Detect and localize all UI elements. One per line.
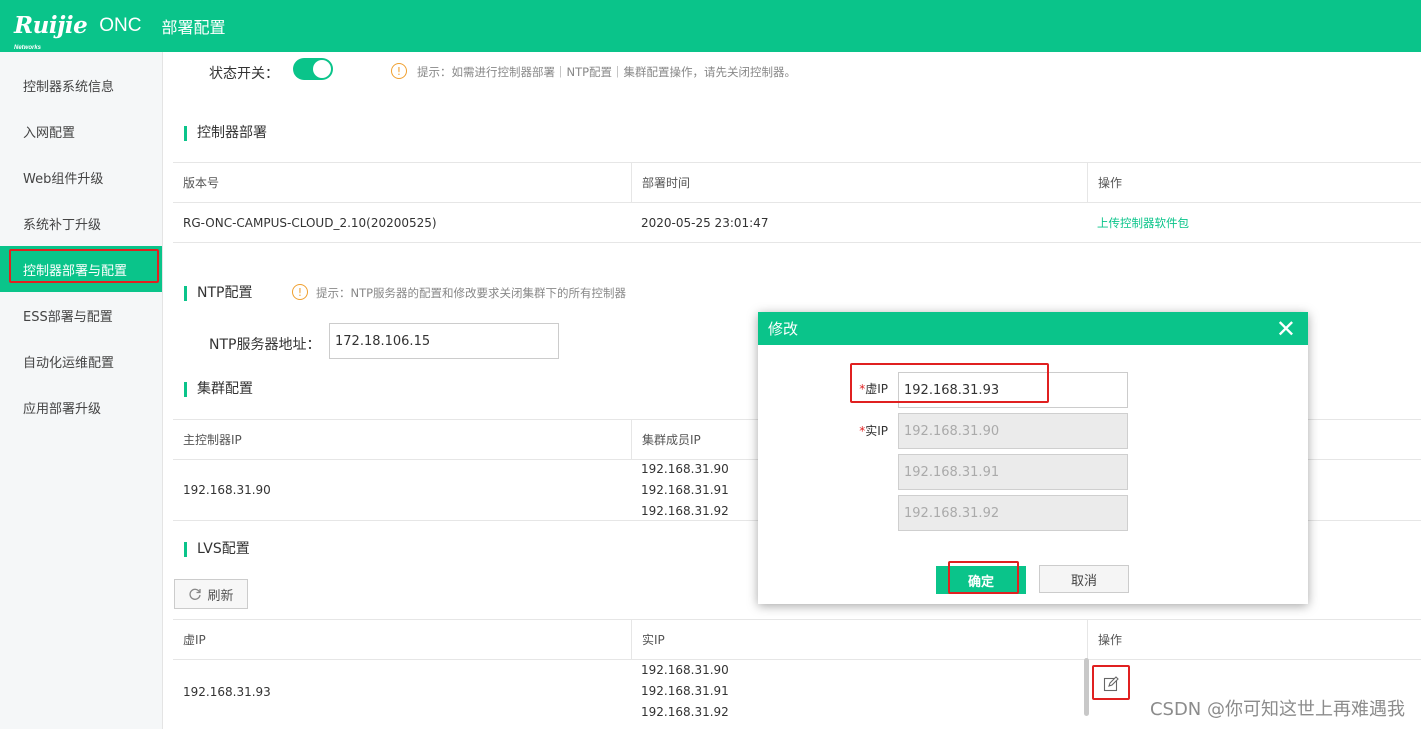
version-cell: RG-ONC-CAMPUS-CLOUD_2.10(20200525) xyxy=(183,215,437,230)
status-toggle[interactable] xyxy=(293,58,333,80)
logo-text: Ruijie xyxy=(14,12,88,39)
watermark: CSDN @你可知这世上再难遇我 xyxy=(1149,699,1405,720)
section-title-lvs: LVS配置 xyxy=(184,542,250,557)
refresh-label: 刷新 xyxy=(207,588,234,604)
sidebar-item-label: ESS部署与配置 xyxy=(23,309,113,325)
member-ip: 192.168.31.90 xyxy=(641,461,729,476)
sidebar-item-web-upgrade[interactable]: Web组件升级 xyxy=(0,154,162,200)
sidebar: 控制器系统信息 入网配置 Web组件升级 系统补丁升级 控制器部署与配置 ESS… xyxy=(0,52,163,729)
column-header-action: 操作 xyxy=(1087,620,1122,659)
member-ip: 192.168.31.92 xyxy=(641,503,729,518)
sidebar-item-controller-deploy[interactable]: 控制器部署与配置 xyxy=(0,246,162,292)
dialog-header: 修改 ✕ xyxy=(758,312,1308,345)
cancel-button[interactable]: 取消 xyxy=(1039,565,1129,593)
sidebar-item-label: 控制器系统信息 xyxy=(23,79,115,95)
ntp-hint: 提示：NTP服务器的配置和修改要求关闭集群下的所有控制器 xyxy=(316,286,627,300)
member-ip: 192.168.31.91 xyxy=(641,482,729,497)
upload-package-link[interactable]: 上传控制器软件包 xyxy=(1097,215,1189,231)
refresh-button[interactable]: 刷新 xyxy=(174,579,248,609)
real-ip: 192.168.31.90 xyxy=(641,663,729,677)
section-title-cluster: 集群配置 xyxy=(184,382,253,397)
real-ip-input-1: 192.168.31.90 xyxy=(898,413,1128,449)
edit-dialog: 修改 ✕ *虚IP 192.168.31.93 *实IP 192.168.31.… xyxy=(758,312,1308,604)
member-ip-cell: 192.168.31.90 192.168.31.91 192.168.31.9… xyxy=(631,460,729,520)
column-header-member-ip: 集群成员IP xyxy=(631,420,701,459)
highlight-box xyxy=(850,363,1049,403)
warning-icon: ! xyxy=(391,63,407,79)
column-header-deploy-time: 部署时间 xyxy=(631,163,690,202)
sidebar-item-patch-upgrade[interactable]: 系统补丁升级 xyxy=(0,200,162,246)
product-name: ONC xyxy=(99,15,142,36)
section-title-ntp: NTP配置 xyxy=(184,286,252,301)
sidebar-item-label: 应用部署升级 xyxy=(23,401,102,417)
status-hint: 提示：如需进行控制器部署｜NTP配置｜集群配置操作，请先关闭控制器。 xyxy=(417,65,797,79)
table-row: RG-ONC-CAMPUS-CLOUD_2.10(20200525) 2020-… xyxy=(173,203,1421,243)
sidebar-item-network-config[interactable]: 入网配置 xyxy=(0,108,162,154)
sidebar-item-label: 自动化运维配置 xyxy=(23,355,115,371)
vip-cell: 192.168.31.93 xyxy=(183,684,271,699)
real-ip-label: *实IP xyxy=(859,424,888,438)
real-ip: 192.168.31.91 xyxy=(641,684,729,698)
master-ip-cell: 192.168.31.90 xyxy=(183,483,271,497)
table-header-row: 虚IP 实IP 操作 xyxy=(173,620,1421,660)
real-ip-input-3: 192.168.31.92 xyxy=(898,495,1128,531)
sidebar-item-auto-ops[interactable]: 自动化运维配置 xyxy=(0,338,162,384)
page-title: 部署配置 xyxy=(161,18,226,37)
real-ip-label-text: 实IP xyxy=(865,424,888,438)
sidebar-item-label: 系统补丁升级 xyxy=(23,217,102,233)
ntp-server-label: NTP服务器地址： xyxy=(209,337,321,353)
ntp-server-input[interactable]: 172.18.106.15 xyxy=(329,323,559,359)
column-header-version: 版本号 xyxy=(183,176,220,190)
sidebar-item-label: Web组件升级 xyxy=(23,171,104,187)
deploy-time-cell: 2020-05-25 23:01:47 xyxy=(641,215,769,230)
sidebar-item-ess-deploy[interactable]: ESS部署与配置 xyxy=(0,292,162,338)
deploy-table: 版本号 部署时间 操作 RG-ONC-CAMPUS-CLOUD_2.10(202… xyxy=(173,162,1421,243)
edit-icon xyxy=(1103,676,1119,692)
status-switch-label: 状态开关： xyxy=(209,66,279,82)
sidebar-item-app-deploy[interactable]: 应用部署升级 xyxy=(0,384,162,430)
highlight-box xyxy=(9,249,159,283)
warning-icon: ! xyxy=(292,284,308,300)
refresh-icon xyxy=(189,588,202,600)
dialog-title: 修改 xyxy=(768,320,799,338)
edit-button[interactable] xyxy=(1103,676,1119,696)
top-bar: Ruijie Networks ONC 部署配置 xyxy=(0,0,1421,52)
section-title-deploy: 控制器部署 xyxy=(184,126,267,141)
highlight-box xyxy=(948,561,1019,594)
column-header-vip: 虚IP xyxy=(183,633,206,647)
ruijie-logo: Ruijie Networks xyxy=(14,14,88,51)
real-ip-cell: 192.168.31.90 192.168.31.91 192.168.31.9… xyxy=(631,660,729,723)
column-header-master-ip: 主控制器IP xyxy=(183,433,242,447)
column-header-action: 操作 xyxy=(1087,163,1122,202)
scrollbar[interactable] xyxy=(1084,658,1089,716)
sidebar-item-system-info[interactable]: 控制器系统信息 xyxy=(0,62,162,108)
close-icon[interactable]: ✕ xyxy=(1276,317,1296,341)
real-ip: 192.168.31.92 xyxy=(641,705,729,719)
table-header-row: 版本号 部署时间 操作 xyxy=(173,163,1421,203)
real-ip-input-2: 192.168.31.91 xyxy=(898,454,1128,490)
sidebar-item-label: 入网配置 xyxy=(23,125,76,141)
column-header-real-ip: 实IP xyxy=(631,620,665,659)
